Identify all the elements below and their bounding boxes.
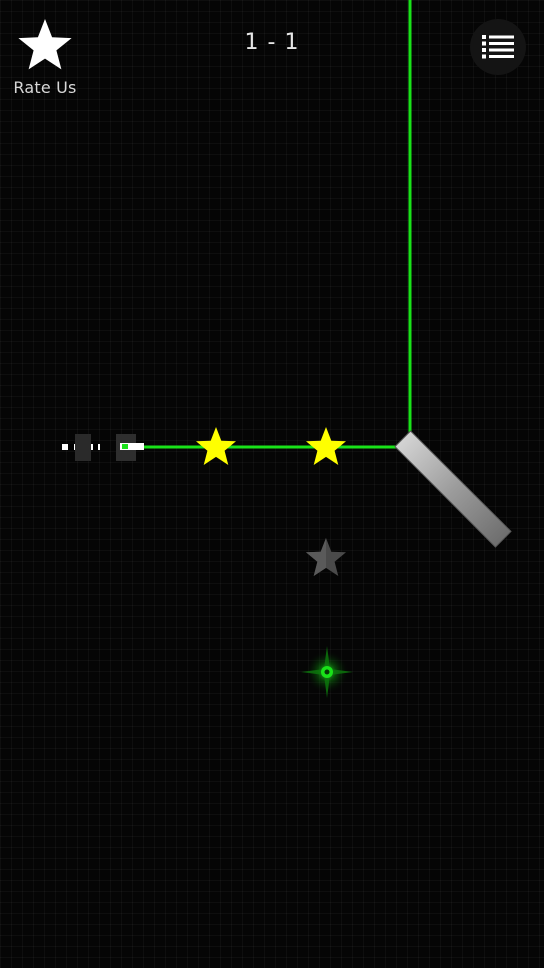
laser-board-canvas <box>62 0 512 698</box>
star-icon <box>18 19 72 70</box>
game-board[interactable]: Rate Us 1 - 1 <box>0 0 544 968</box>
menu-button[interactable] <box>470 19 526 75</box>
star-collected <box>306 427 346 465</box>
laser-emitter[interactable] <box>62 434 144 461</box>
level-indicator: 1 - 1 <box>244 30 300 55</box>
list-menu-icon <box>482 35 514 59</box>
star-collected <box>196 427 236 465</box>
star-uncollected <box>306 538 346 576</box>
laser-beam <box>140 0 412 449</box>
rate-us-button[interactable]: Rate Us <box>8 18 82 97</box>
mirror[interactable] <box>394 430 512 548</box>
rate-us-label: Rate Us <box>13 78 77 97</box>
laser-target <box>301 646 353 698</box>
